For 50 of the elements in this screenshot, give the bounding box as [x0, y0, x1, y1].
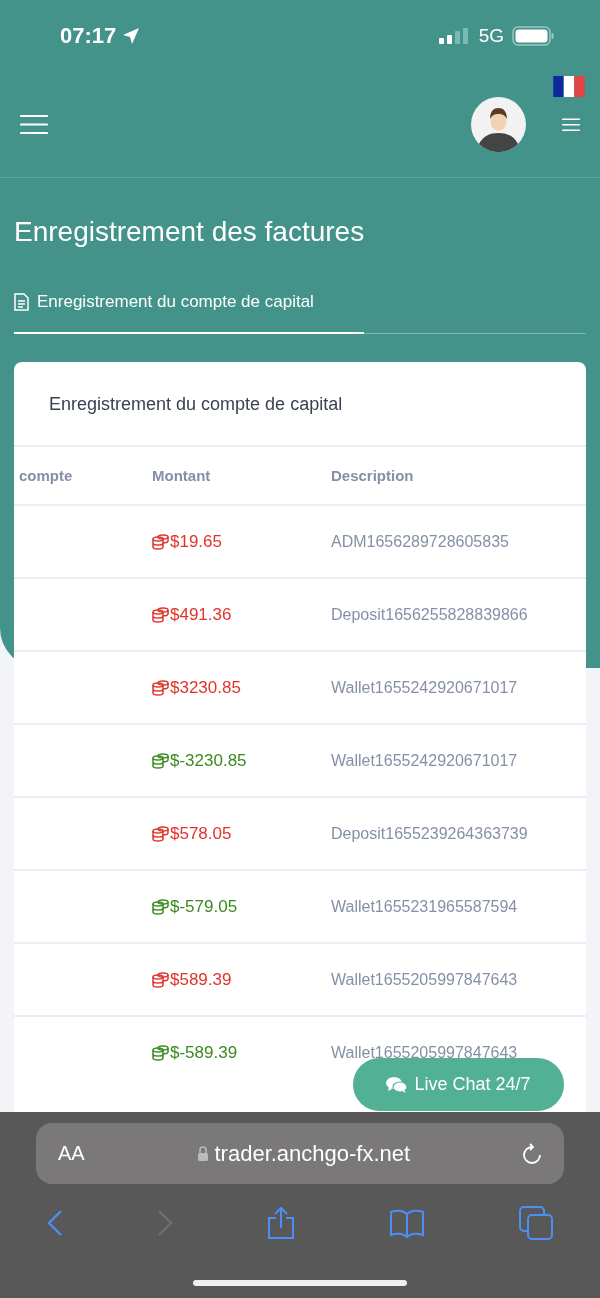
- description-cell-text: Wallet1655242920671017: [331, 678, 519, 697]
- column-header: compte: [19, 467, 74, 484]
- back-icon[interactable]: [47, 1209, 63, 1237]
- chat-bubbles-icon: [386, 1075, 409, 1094]
- coins-icon: [152, 971, 169, 988]
- coins-icon: [152, 1044, 169, 1061]
- tabs-icon[interactable]: [519, 1206, 553, 1240]
- amount-cell: $3230.85: [152, 677, 331, 698]
- signal-icon: [438, 28, 469, 44]
- document-icon: [14, 293, 29, 311]
- status-time: 07:17: [60, 23, 117, 49]
- card-title: Enregistrement du compte de capital: [48, 393, 344, 416]
- amount-cell: $578.05: [152, 823, 331, 844]
- share-icon[interactable]: [267, 1206, 295, 1240]
- description-cell-text: Deposit1656255828839866: [331, 605, 529, 624]
- live-chat-button[interactable]: Live Chat 24/7: [353, 1058, 564, 1111]
- coins-icon: [152, 752, 169, 769]
- url-text: trader.anchgo-fx.net: [214, 1140, 411, 1167]
- coins-icon: [152, 679, 169, 696]
- description-cell-text: Wallet1655231965587594: [331, 897, 519, 916]
- flag-icon[interactable]: [552, 76, 586, 97]
- network-label: 5G: [478, 25, 504, 47]
- coins-icon: [152, 606, 169, 623]
- book-icon[interactable]: [389, 1208, 425, 1238]
- lock-icon: [196, 1145, 209, 1162]
- avatar-icon[interactable]: [471, 97, 526, 152]
- location-arrow-icon: [122, 27, 141, 45]
- coins-icon: [152, 825, 169, 842]
- amount-cell: $-589.39: [152, 1042, 331, 1063]
- amount-cell: $19.65: [152, 531, 331, 552]
- description-cell-text: Wallet1655242920671017: [331, 751, 519, 770]
- column-header: Montant: [152, 467, 212, 484]
- page-title: Enregistrement des factures: [14, 216, 366, 248]
- description-cell-text: Wallet1655205997847643: [331, 970, 519, 989]
- tab[interactable]: Enregistrement du compte de capital: [14, 292, 364, 334]
- reload-icon[interactable]: [522, 1142, 542, 1165]
- coins-icon: [152, 898, 169, 915]
- amount-cell: $589.39: [152, 969, 331, 990]
- column-header: Description: [331, 467, 415, 484]
- menu-icon[interactable]: [20, 114, 48, 135]
- amount-cell: $491.36: [152, 604, 331, 625]
- battery-icon: [512, 26, 554, 46]
- description-cell-text: ADM1656289728605835: [331, 532, 510, 551]
- menu-icon[interactable]: [562, 117, 580, 132]
- amount-cell: $-3230.85: [152, 750, 331, 771]
- amount-cell: $-579.05: [152, 896, 331, 917]
- coins-icon: [152, 533, 169, 550]
- description-cell-text: Deposit1655239264363739: [331, 824, 529, 843]
- text-size-button[interactable]: AA: [58, 1142, 85, 1165]
- address-bar[interactable]: AA trader.anchgo-fx.net: [36, 1123, 564, 1184]
